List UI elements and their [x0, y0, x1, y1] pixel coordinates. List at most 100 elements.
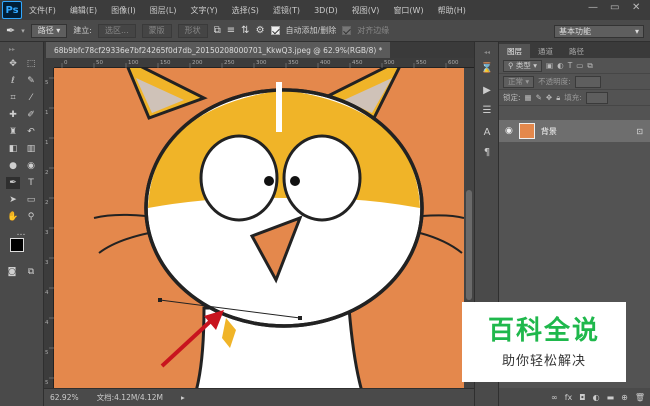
hand-tool-icon[interactable]: ✋ [6, 211, 20, 223]
adjustment-layer-icon[interactable]: ◐ [593, 393, 600, 402]
chevron-down-icon[interactable]: ▾ [21, 27, 25, 35]
brush-tool-icon[interactable]: ✐ [24, 109, 38, 121]
menu-layer[interactable]: 图层(L) [143, 5, 184, 16]
lock-brush-icon[interactable]: ✎ [536, 93, 542, 102]
quick-selection-tool-icon[interactable]: ✎ [24, 75, 38, 87]
path-alignment-icon[interactable]: ≡ [227, 25, 235, 36]
fill-label: 填充: [564, 93, 582, 102]
tab-paths[interactable]: 路径 [561, 44, 592, 58]
blend-mode-select[interactable]: 正常 ▾ [503, 75, 535, 88]
quick-mask-icon[interactable]: ◙ [5, 266, 19, 278]
rectangle-tool-icon[interactable]: ▭ [24, 194, 38, 206]
new-layer-icon[interactable]: ⊕ [621, 393, 628, 402]
lock-move-icon[interactable]: ✥ [546, 93, 552, 102]
status-arrow-icon[interactable]: ▸ [181, 393, 185, 402]
character-panel-icon[interactable]: A [480, 126, 494, 140]
layer-kind-select[interactable]: ⚲ 类型 ▾ [503, 59, 543, 72]
vertical-ruler[interactable]: 5 1 1 2 2 3 3 4 4 5 5 [44, 68, 54, 388]
lock-pixels-icon[interactable]: ▦ [525, 93, 532, 102]
history-panel-icon[interactable]: ⌛ [480, 62, 494, 76]
zoom-level[interactable]: 62.92% [50, 393, 79, 402]
move-tool-icon[interactable]: ✥ [6, 58, 20, 70]
ruler-tick-label: 500 [384, 60, 395, 66]
make-mask-button[interactable]: 蒙版 [141, 23, 172, 38]
layer-row-background[interactable]: ◉ 背景 ⊡ [499, 120, 650, 142]
clone-stamp-tool-icon[interactable]: ♜ [6, 126, 20, 138]
tab-layers[interactable]: 图层 [499, 44, 530, 58]
foreground-color-swatch[interactable] [10, 238, 24, 252]
minimize-icon[interactable]: — [588, 2, 598, 13]
eye-icon[interactable]: ◉ [505, 126, 513, 136]
cat-illustration [93, 68, 464, 388]
layer-style-icon[interactable]: fx [565, 393, 573, 402]
close-icon[interactable]: ✕ [632, 2, 640, 13]
paragraph-panel-icon[interactable]: ¶ [480, 146, 494, 160]
tab-channels[interactable]: 通道 [530, 44, 561, 58]
screen-mode-icon[interactable]: ⧉ [24, 266, 38, 278]
anchor-point[interactable] [158, 298, 162, 302]
document-tab[interactable]: 68b9bfc78cf29336e7bf24265f0d7db_20150208… [46, 42, 391, 58]
history-brush-tool-icon[interactable]: ↶ [24, 126, 38, 138]
workspace-select[interactable]: 基本功能 ▾ [554, 25, 644, 38]
layer-name[interactable]: 背景 [541, 126, 630, 137]
menu-type[interactable]: 文字(Y) [183, 5, 224, 16]
zoom-tool-icon[interactable]: ⚲ [24, 211, 38, 223]
trash-icon[interactable]: 🗑︎ [635, 393, 645, 402]
anchor-point[interactable] [298, 316, 302, 320]
menu-file[interactable]: 文件(F) [22, 5, 63, 16]
lock-label: 锁定: [503, 93, 521, 102]
filter-smart-icon[interactable]: ⧉ [587, 61, 592, 71]
path-arrange-icon[interactable]: ⇅ [241, 25, 249, 36]
menu-edit[interactable]: 编辑(E) [63, 5, 104, 16]
panel-collapse-icon[interactable]: ▸▸ [5, 44, 19, 56]
filter-type-icon[interactable]: T [568, 61, 573, 70]
fill-input[interactable] [585, 91, 608, 104]
make-selection-button[interactable]: 选区... [98, 23, 136, 38]
new-group-icon[interactable]: ▬ [607, 393, 615, 402]
menu-window[interactable]: 窗口(W) [386, 5, 430, 16]
opacity-input[interactable] [574, 75, 601, 88]
menu-filter[interactable]: 滤镜(T) [266, 5, 307, 16]
type-tool-icon[interactable]: T [24, 177, 38, 189]
eraser-tool-icon[interactable]: ◧ [6, 143, 20, 155]
filter-shape-icon[interactable]: ▭ [576, 61, 583, 70]
filter-pixel-icon[interactable]: ▣ [546, 61, 553, 70]
path-selection-tool-icon[interactable]: ➤ [6, 194, 20, 206]
path-operations-icon[interactable]: ⧉ [214, 25, 221, 36]
pen-mode-value: 路径 [37, 26, 54, 35]
gear-icon[interactable]: ⚙ [256, 25, 265, 36]
menu-view[interactable]: 视图(V) [345, 5, 387, 16]
properties-panel-icon[interactable]: ☰ [480, 104, 494, 118]
panel-collapse-icon[interactable]: ◂◂ [480, 46, 494, 60]
scroll-thumb[interactable] [466, 190, 472, 300]
add-mask-icon[interactable]: ◘ [579, 393, 585, 402]
healing-brush-tool-icon[interactable]: ✚ [6, 109, 20, 121]
make-shape-button[interactable]: 形状 [177, 23, 208, 38]
filter-adjustment-icon[interactable]: ◐ [557, 61, 564, 70]
blur-tool-icon[interactable]: ● [6, 160, 20, 172]
menu-image[interactable]: 图像(I) [104, 5, 143, 16]
align-edges-checkbox[interactable] [342, 26, 352, 35]
actions-panel-icon[interactable]: ▶ [480, 84, 494, 98]
menu-help[interactable]: 帮助(H) [431, 5, 473, 16]
make-label: 建立: [73, 26, 92, 35]
menu-3d[interactable]: 3D(D) [307, 6, 345, 15]
crop-tool-icon[interactable]: ⌗ [6, 92, 20, 104]
lock-all-icon[interactable]: 🔒︎ [556, 93, 560, 103]
link-layers-icon[interactable]: ∞ [551, 393, 558, 402]
align-edges-label: 对齐边缘 [357, 26, 390, 35]
gradient-tool-icon[interactable]: ▥ [24, 143, 38, 155]
eyedropper-tool-icon[interactable]: ⁄ [24, 92, 38, 104]
lasso-tool-icon[interactable]: ℓ [6, 75, 20, 87]
auto-add-delete-checkbox[interactable] [270, 26, 280, 35]
pen-mode-select[interactable]: 路径 ▾ [30, 23, 68, 38]
maximize-icon[interactable]: ▭ [610, 2, 619, 13]
menu-select[interactable]: 选择(S) [225, 5, 266, 16]
blend-mode-value: 正常 [508, 77, 523, 86]
dodge-tool-icon[interactable]: ◉ [24, 160, 38, 172]
pen-tool-icon[interactable]: ✒ [6, 177, 20, 189]
document-canvas[interactable] [54, 68, 464, 388]
marquee-tool-icon[interactable]: ⬚ [24, 58, 38, 70]
horizontal-ruler[interactable]: 0 50 100 150 200 250 300 350 400 450 500… [54, 58, 474, 68]
pen-tool-icon[interactable]: ✒ [6, 24, 15, 37]
